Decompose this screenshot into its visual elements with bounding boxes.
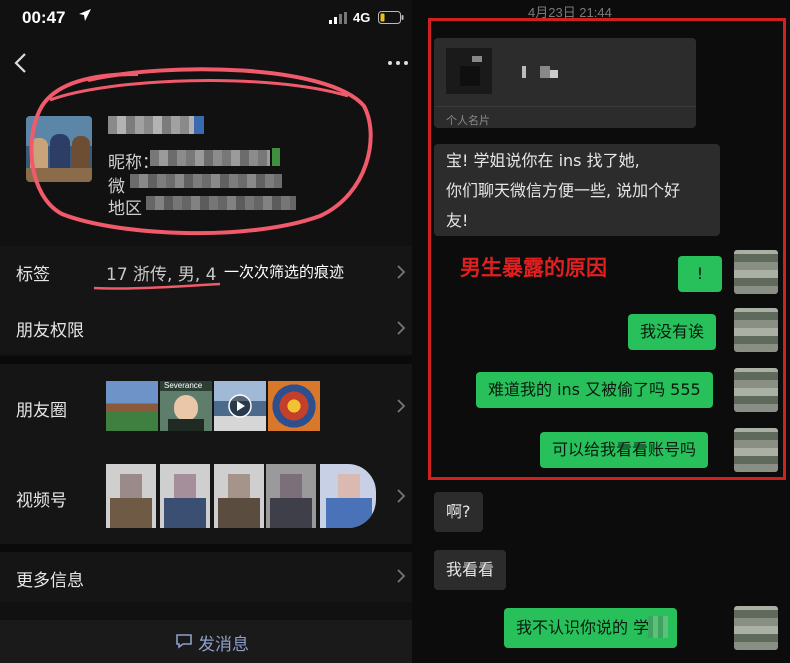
section-separator <box>0 356 412 364</box>
friend-permissions-row[interactable]: 朋友权限 <box>0 298 412 354</box>
more-info-label: 更多信息 <box>16 571 84 591</box>
moments-thumb-1[interactable] <box>106 381 158 431</box>
chat-screen: 4月23日 21:44 个人名片 宝! 学姐说你在 ins 找了她, 你们聊天微… <box>412 0 790 663</box>
channel-thumb-1[interactable] <box>106 464 156 528</box>
channel-thumb-5[interactable] <box>320 464 376 528</box>
moments-label: 朋友圈 <box>16 401 67 421</box>
signal-icon <box>329 12 347 24</box>
status-time: 00:47 <box>22 8 66 27</box>
section-separator <box>0 544 412 552</box>
my-avatar[interactable] <box>734 250 778 294</box>
moments-thumb-2[interactable]: Severance <box>160 381 212 431</box>
name-mosaic <box>648 616 668 638</box>
card-name-mosaic <box>522 64 562 78</box>
profile-screen: 00:47 4G 昵称： 微 地区 标签 17 浙传, 男, 4 一次次筛选的痕… <box>0 0 412 663</box>
contact-card-message[interactable]: 个人名片 <box>434 38 696 128</box>
chevron-right-icon <box>397 321 406 335</box>
network-type: 4G <box>353 10 371 25</box>
location-arrow-icon <box>79 9 91 21</box>
moments-thumb-4[interactable] <box>268 381 320 431</box>
battery-icon <box>378 11 404 24</box>
chat-message-in: 宝! 学姐说你在 ins 找了她, 你们聊天微信方便一些, 说加个好 友! <box>434 144 720 236</box>
card-divider <box>434 106 696 107</box>
channels-label: 视频号 <box>16 491 67 511</box>
chat-message-out: 我没有诶 <box>628 314 717 350</box>
moments-thumb-3[interactable] <box>214 381 266 431</box>
channel-thumb-4[interactable] <box>266 464 316 528</box>
play-icon <box>228 394 252 418</box>
chat-bubble-icon <box>176 634 192 649</box>
chat-message-in: 我看看 <box>434 550 507 590</box>
red-underline-annotation <box>93 282 221 290</box>
chevron-right-icon <box>397 399 406 413</box>
my-avatar[interactable] <box>734 428 778 472</box>
chat-message-out: ! <box>678 256 722 292</box>
red-circle-annotation <box>29 67 373 236</box>
more-dots-icon[interactable] <box>384 54 412 72</box>
headline-annotation: 男生暴露的原因 <box>460 256 607 280</box>
channel-thumb-3[interactable] <box>214 464 264 528</box>
my-avatar[interactable] <box>734 606 778 650</box>
chevron-right-icon <box>397 265 406 279</box>
my-avatar[interactable] <box>734 308 778 352</box>
send-message-label: 发消息 <box>198 635 249 655</box>
my-avatar[interactable] <box>734 368 778 412</box>
more-info-row[interactable]: 更多信息 <box>0 552 412 602</box>
chevron-right-icon <box>397 569 406 583</box>
moments-thumb-text: Severance <box>164 381 203 390</box>
chat-message-out: 难道我的 ins 又被偷了吗 555 <box>476 372 713 408</box>
friend-permissions-label: 朋友权限 <box>16 321 84 341</box>
status-bar: 00:47 4G <box>0 0 412 40</box>
card-avatar <box>446 48 492 94</box>
channel-thumb-2[interactable] <box>160 464 210 528</box>
tags-annotation: 一次次筛选的痕迹 <box>224 263 345 281</box>
card-label: 个人名片 <box>446 114 490 127</box>
chevron-right-icon <box>397 489 406 503</box>
chat-message-out: 可以给我看看账号吗 <box>540 432 709 468</box>
tags-label: 标签 <box>16 265 50 285</box>
send-message-button[interactable]: 发消息 <box>0 620 412 663</box>
chat-message-in: 啊? <box>434 492 483 532</box>
